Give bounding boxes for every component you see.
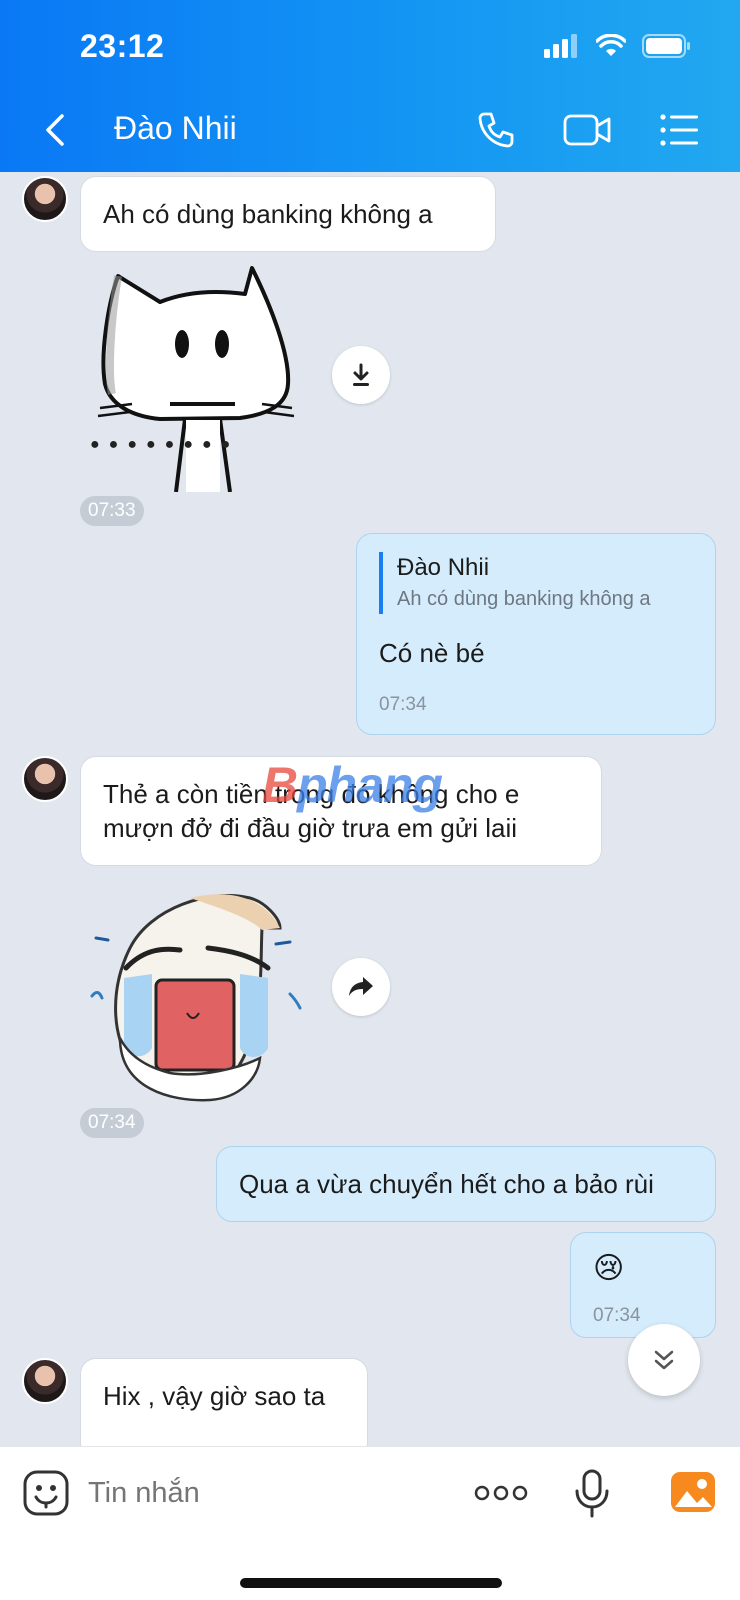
microphone-icon (575, 1469, 609, 1518)
more-options-button[interactable] (474, 1483, 528, 1503)
crying-emoji: 😢 (593, 1252, 625, 1285)
message-time: 07:33 (80, 496, 144, 526)
message-input-bar (0, 1446, 740, 1600)
message-text: Hix , vậy giờ sao ta (103, 1381, 326, 1411)
scroll-to-bottom-button[interactable] (628, 1324, 700, 1396)
sticker-dots: ●●●●●●●● (90, 436, 240, 453)
list-menu-icon (660, 114, 698, 146)
photo-gallery-button[interactable] (670, 1471, 716, 1513)
message-text: Qua a vừa chuyển hết cho a bảo rùi (239, 1169, 654, 1199)
incoming-message[interactable]: Hix , vậy giờ sao ta (80, 1358, 368, 1446)
download-icon (353, 363, 369, 386)
contact-avatar[interactable] (22, 176, 68, 222)
contact-avatar[interactable] (22, 1358, 68, 1404)
contact-name[interactable]: Đào Nhii (114, 110, 237, 147)
back-button[interactable] (40, 110, 70, 150)
quoted-message[interactable]: Đào Nhii Ah có dùng banking không a (379, 552, 693, 614)
battery-icon (642, 34, 690, 58)
forward-arrow-icon (349, 977, 373, 996)
status-icons (544, 34, 692, 58)
more-dots-icon (474, 1485, 528, 1501)
smiley-face-icon (23, 1470, 69, 1516)
home-indicator (240, 1578, 502, 1588)
incoming-message[interactable]: Ah có dùng banking không a (80, 176, 496, 252)
status-time: 23:12 (80, 28, 165, 64)
message-time: 07:34 (80, 1108, 144, 1138)
message-text: Có nè bé (379, 638, 485, 668)
message-list[interactable]: Ah có dùng banking không a ●●●●●●●● 07:3… (0, 172, 740, 1446)
cellular-signal-icon (544, 34, 577, 58)
chat-header: 23:12 Đào Nhii (0, 0, 740, 172)
watermark-part1: B (262, 757, 298, 813)
message-time: 07:34 (379, 694, 427, 715)
wifi-icon (596, 34, 626, 56)
message-text: Ah có dùng banking không a (103, 199, 433, 229)
options-menu-button[interactable] (654, 108, 706, 152)
video-call-button[interactable] (562, 108, 614, 152)
share-sticker-button[interactable] (332, 958, 390, 1016)
video-camera-icon (563, 114, 611, 146)
quoted-text: Ah có dùng banking không a (397, 588, 651, 610)
outgoing-message[interactable]: Qua a vừa chuyển hết cho a bảo rùi (216, 1146, 716, 1222)
image-gallery-icon (671, 1472, 715, 1512)
double-chevron-down-icon (654, 1350, 674, 1370)
outgoing-emoji-message[interactable]: 😢 07:34 (570, 1232, 716, 1338)
message-input[interactable] (88, 1467, 428, 1519)
download-sticker-button[interactable] (332, 346, 390, 404)
crying-sticker[interactable] (90, 888, 312, 1104)
quoted-sender: Đào Nhii (397, 554, 490, 581)
outgoing-reply-message[interactable]: Đào Nhii Ah có dùng banking không a Có n… (356, 533, 716, 735)
header-actions (470, 108, 706, 152)
watermark-logo: Bphang (262, 756, 443, 814)
cat-sticker[interactable] (90, 264, 305, 492)
chevron-left-icon (46, 114, 64, 146)
message-time: 07:34 (593, 1305, 641, 1326)
contact-avatar[interactable] (22, 756, 68, 802)
watermark-part2: phang (297, 757, 443, 813)
sticker-picker-button[interactable] (22, 1469, 70, 1517)
voice-record-button[interactable] (574, 1469, 610, 1519)
phone-icon (478, 112, 514, 148)
voice-call-button[interactable] (470, 108, 522, 152)
